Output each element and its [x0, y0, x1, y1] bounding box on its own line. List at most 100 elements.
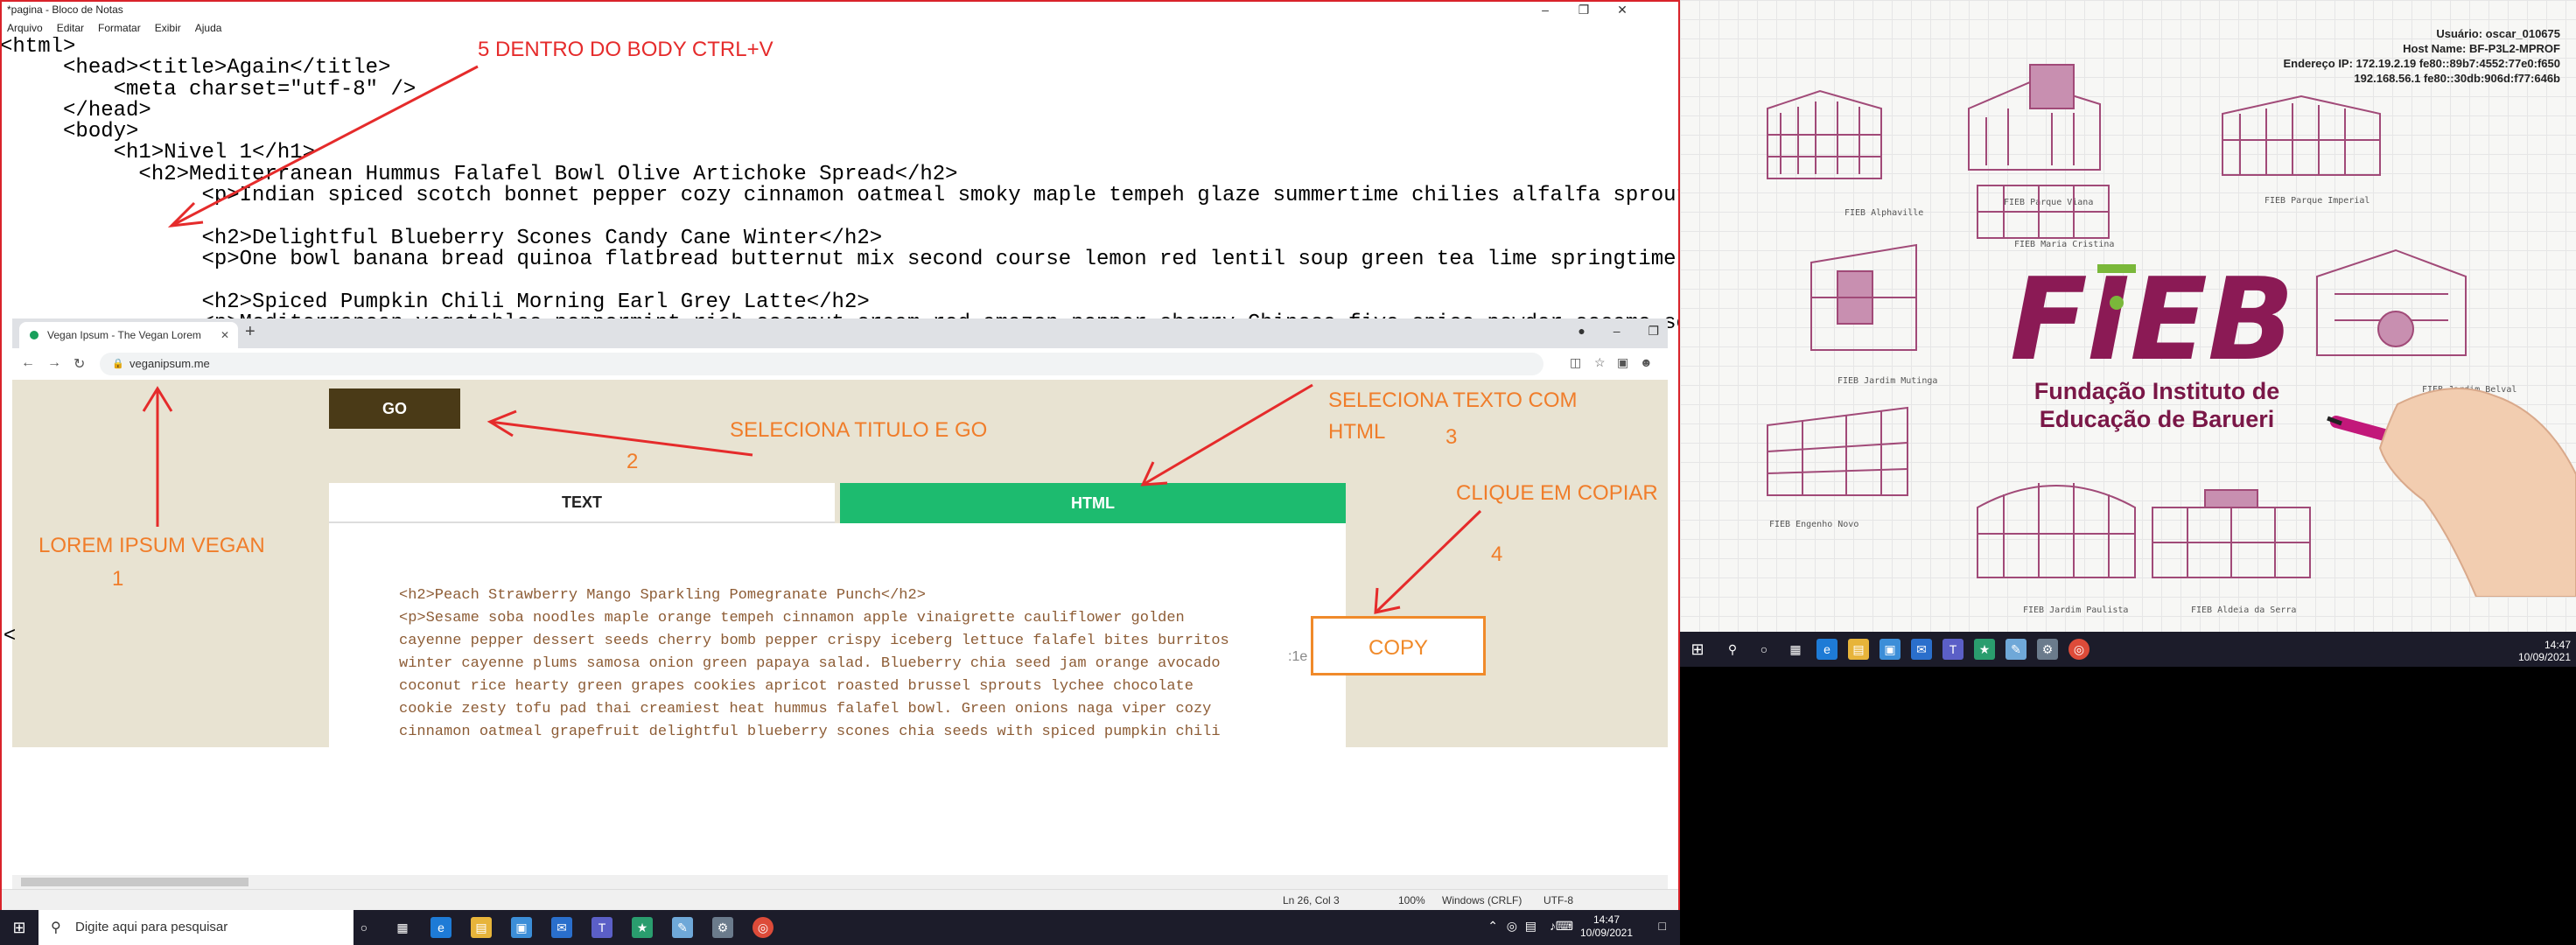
- store-icon[interactable]: ▣: [1880, 639, 1900, 660]
- edge-icon[interactable]: e: [1816, 639, 1838, 660]
- close-tab-icon[interactable]: ✕: [220, 322, 229, 348]
- chrome-icon[interactable]: ◎: [752, 917, 774, 938]
- favicon-icon: [30, 331, 38, 340]
- output-line: cayenne pepper dessert seeds cherry bomb…: [399, 633, 1229, 649]
- editor-line: <body>: [0, 120, 139, 144]
- copy-button[interactable]: COPY: [1311, 616, 1486, 676]
- forward-icon[interactable]: →: [47, 355, 61, 371]
- editor-line: <h2>Delightful Blueberry Scones Candy Ca…: [0, 226, 883, 250]
- browser-tabbar: Vegan Ipsum - The Vegan Lorem ✕ + ● – ❐: [12, 318, 1668, 348]
- generated-html-text[interactable]: <h2>Peach Strawberry Mango Sparkling Pom…: [399, 584, 1300, 744]
- logo-accent: [2097, 264, 2136, 273]
- microphone-icon[interactable]: ◎: [1507, 919, 1517, 934]
- editor-line: <h1>Nivel 1</h1>: [0, 141, 316, 165]
- notepad-icon[interactable]: ✎: [672, 917, 693, 938]
- windows-start-icon[interactable]: ⊞: [9, 917, 30, 938]
- cortana-icon[interactable]: ○: [1754, 639, 1774, 660]
- app-icon[interactable]: ★: [632, 917, 653, 938]
- tab-text[interactable]: TEXT: [329, 483, 835, 523]
- editor-line: <p>Indian spiced scotch bonnet pepper co…: [0, 184, 1680, 208]
- close-icon[interactable]: ✕: [1603, 0, 1642, 19]
- tab-html[interactable]: HTML: [840, 483, 1346, 523]
- campus-label: FIEB Alphaville: [1844, 208, 1924, 218]
- output-line: cinnamon oatmeal grapefruit delightful b…: [399, 724, 1221, 740]
- search-icon[interactable]: ⚲: [1722, 639, 1743, 660]
- menu-arquivo[interactable]: Arquivo: [7, 19, 43, 37]
- menu-editar[interactable]: Editar: [57, 19, 84, 37]
- taskbar-search[interactable]: ⚲ Digite aqui para pesquisar: [38, 910, 354, 945]
- notepad-title: *pagina - Bloco de Notas: [7, 4, 123, 16]
- chrome-icon[interactable]: ◎: [2068, 639, 2090, 660]
- avatar-icon[interactable]: ☻: [1640, 355, 1653, 369]
- lock-icon: 🔒: [112, 359, 124, 369]
- chevron-up-icon[interactable]: ⌃: [1488, 919, 1498, 934]
- editor-line: <h2>Mediterranean Hummus Falafel Bowl Ol…: [0, 162, 958, 186]
- keyboard-icon[interactable]: ⌨: [1556, 919, 1573, 934]
- fieb-logo: FIEB: [2010, 256, 2294, 378]
- profile-dot-icon[interactable]: ●: [1578, 324, 1585, 338]
- annotation-step3-num: 3: [1446, 425, 1458, 449]
- cortana-icon[interactable]: ○: [354, 917, 374, 938]
- encoding: UTF-8: [1544, 894, 1573, 906]
- notifications-icon[interactable]: □: [1659, 919, 1666, 933]
- copy-side-text: :1e: [1288, 649, 1308, 664]
- minimize-icon[interactable]: –: [1614, 324, 1620, 338]
- annotation-step5: 5 DENTRO DO BODY CTRL+V: [478, 38, 774, 61]
- file-explorer-icon[interactable]: ▤: [1848, 639, 1869, 660]
- app-icon[interactable]: ⚙: [712, 917, 733, 938]
- translate-icon[interactable]: ◫: [1570, 355, 1581, 370]
- teams-icon[interactable]: T: [592, 917, 612, 938]
- campus-sketch: [2316, 248, 2467, 356]
- cursor-position: Ln 26, Col 3: [1283, 894, 1340, 906]
- task-view-icon[interactable]: ▦: [392, 917, 413, 938]
- notepad-editor[interactable]: <html> <head><title>Again</title> <meta …: [0, 37, 1680, 331]
- reload-icon[interactable]: ↻: [74, 355, 85, 373]
- clock-time: 14:47: [1592, 914, 1620, 926]
- star-icon[interactable]: ☆: [1594, 355, 1606, 370]
- output-panel[interactable]: <h2>Peach Strawberry Mango Sparkling Pom…: [329, 523, 1346, 747]
- clock[interactable]: 14:47 10/09/2021: [2518, 639, 2571, 663]
- app-icon[interactable]: ⚙: [2037, 639, 2058, 660]
- output-line: winter cayenne plums samosa onion green …: [399, 655, 1221, 672]
- mail-icon[interactable]: ✉: [1911, 639, 1932, 660]
- teams-icon[interactable]: T: [1942, 639, 1964, 660]
- edge-icon[interactable]: e: [430, 917, 452, 938]
- menu-exibir[interactable]: Exibir: [155, 19, 181, 37]
- notepad-statusbar: Ln 26, Col 3 100% Windows (CRLF) UTF-8: [0, 889, 1680, 911]
- clock[interactable]: 14:47 10/09/2021: [1572, 914, 1642, 940]
- address-bar-row: ← → ↻ 🔒 veganipsum.me ◫ ☆ ▣ ☻: [12, 348, 1668, 381]
- app-icon[interactable]: ★: [1974, 639, 1995, 660]
- menu-formatar[interactable]: Formatar: [98, 19, 141, 37]
- task-view-icon[interactable]: ▦: [1785, 639, 1806, 660]
- sysinfo-host: Host Name: BF-P3L2-MPROF: [2403, 42, 2560, 55]
- notepad-icon[interactable]: ✎: [2006, 639, 2026, 660]
- hand: [2378, 388, 2576, 597]
- scrollbar-thumb[interactable]: [21, 878, 248, 886]
- back-icon[interactable]: ←: [21, 355, 35, 371]
- maximize-icon[interactable]: ❐: [1648, 324, 1659, 338]
- right-monitor: Usuário: oscar_010675 Host Name: BF-P3L2…: [1680, 0, 2576, 945]
- horizontal-scrollbar[interactable]: [12, 875, 1668, 889]
- menu-ajuda[interactable]: Ajuda: [195, 19, 222, 37]
- annotation-step2-num: 2: [626, 450, 639, 473]
- store-icon[interactable]: ▣: [511, 917, 532, 938]
- new-tab-icon[interactable]: +: [245, 322, 256, 342]
- go-button[interactable]: GO: [329, 388, 460, 429]
- puzzle-icon[interactable]: ▣: [1617, 355, 1628, 370]
- hand-with-pen-illustration: [2327, 388, 2576, 597]
- org-name-line1: Fundação Instituto de: [2034, 378, 2280, 404]
- maximize-icon[interactable]: ❐: [1564, 0, 1603, 19]
- url-input[interactable]: 🔒 veganipsum.me: [100, 353, 1544, 375]
- mail-icon[interactable]: ✉: [551, 917, 572, 938]
- campus-label: FIEB Maria Cristina: [2014, 240, 2115, 249]
- sysinfo-user: Usuário: oscar_010675: [2436, 27, 2560, 40]
- browser-window-controls: ● – ❐: [1553, 324, 1659, 339]
- file-explorer-icon[interactable]: ▤: [471, 917, 492, 938]
- browser-tab[interactable]: Vegan Ipsum - The Vegan Lorem ✕: [19, 322, 238, 348]
- editor-line: <head><title>Again</title>: [0, 56, 391, 80]
- windows-start-icon[interactable]: ⊞: [1687, 639, 1708, 660]
- annotation-step1-num: 1: [112, 567, 124, 591]
- network-icon[interactable]: ▤: [1525, 919, 1536, 934]
- minimize-icon[interactable]: –: [1526, 0, 1564, 19]
